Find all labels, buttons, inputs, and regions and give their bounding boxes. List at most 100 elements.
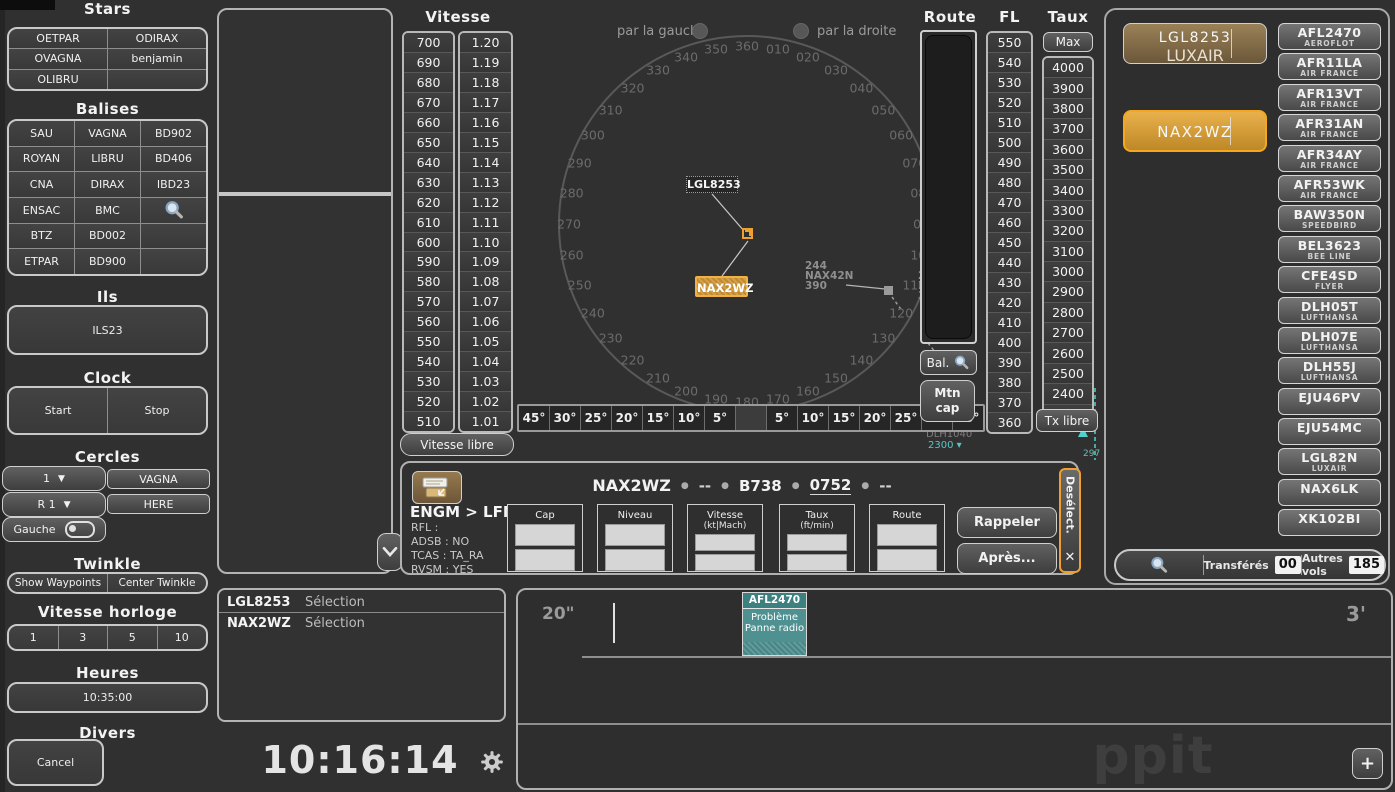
- rate-option[interactable]: 3500: [1044, 160, 1092, 180]
- speed-mach-option[interactable]: 1.10: [460, 233, 511, 253]
- balise-button[interactable]: BD902: [141, 121, 206, 146]
- rate-option[interactable]: 2800: [1044, 303, 1092, 323]
- ils23-button[interactable]: ILS23: [7, 305, 208, 355]
- balise-button[interactable]: BD900: [75, 249, 140, 274]
- tx-libre-button[interactable]: Tx libre: [1036, 409, 1098, 432]
- heading-button[interactable]: 15°: [829, 406, 860, 430]
- flight-strip-button[interactable]: NAX6LK: [1278, 479, 1381, 506]
- waypoint-list-panel[interactable]: [217, 8, 393, 574]
- rate-option[interactable]: 2600: [1044, 343, 1092, 363]
- radar-label-nax2wz[interactable]: NAX2WZ: [695, 276, 748, 297]
- flight-level-option[interactable]: 500: [988, 133, 1031, 153]
- rate-option[interactable]: 3700: [1044, 119, 1092, 139]
- field-input-current[interactable]: [605, 524, 665, 546]
- info-squawk[interactable]: 0752: [810, 476, 852, 495]
- flight-strip-button[interactable]: EJU54MC: [1278, 418, 1381, 445]
- speed-mach-option[interactable]: 1.15: [460, 133, 511, 153]
- speed-kt-option[interactable]: 700: [404, 33, 453, 53]
- rappeler-button[interactable]: Rappeler: [957, 507, 1057, 538]
- field-input-current[interactable]: [695, 534, 755, 551]
- center-twinkle-button[interactable]: Center Twinkle: [108, 574, 206, 592]
- balise-button[interactable]: ENSAC: [9, 198, 74, 223]
- speed-kt-option[interactable]: 660: [404, 113, 453, 133]
- speed-kt-option[interactable]: 550: [404, 332, 453, 352]
- flight-strip-button[interactable]: DLH55JLUFTHANSA: [1278, 357, 1381, 384]
- balise-button[interactable]: LIBRU: [75, 147, 140, 172]
- speed-kt-option[interactable]: 520: [404, 392, 453, 412]
- speed-mach-option[interactable]: 1.07: [460, 292, 511, 312]
- speed-mach-option[interactable]: 1.05: [460, 332, 511, 352]
- flight-level-option[interactable]: 420: [988, 293, 1031, 313]
- balise-button[interactable]: SAU: [9, 121, 74, 146]
- timeline-event-card[interactable]: AFL2470 Problème Panne radio: [742, 592, 807, 656]
- speed-mach-option[interactable]: 1.13: [460, 173, 511, 193]
- selected-strip-nax2wz[interactable]: NAX2WZ: [1123, 110, 1267, 152]
- speed-kt-option[interactable]: 620: [404, 193, 453, 213]
- gauche-toggle[interactable]: Gauche: [2, 517, 106, 542]
- clock-speed-option[interactable]: 5: [108, 626, 157, 649]
- flight-level-option[interactable]: 430: [988, 273, 1031, 293]
- turn-right-radio[interactable]: [793, 23, 809, 39]
- flight-level-option[interactable]: 390: [988, 353, 1031, 373]
- balise-button[interactable]: BD002: [75, 224, 140, 249]
- speed-kt-option[interactable]: 630: [404, 173, 453, 193]
- speed-kt-option[interactable]: 640: [404, 153, 453, 173]
- speed-kt-option[interactable]: 530: [404, 372, 453, 392]
- flight-strip-button[interactable]: AFR13VTAIR FRANCE: [1278, 84, 1381, 111]
- star-button[interactable]: OETPAR: [9, 29, 107, 48]
- rate-option[interactable]: 3800: [1044, 99, 1092, 119]
- flight-level-option[interactable]: 440: [988, 253, 1031, 273]
- speed-kt-option[interactable]: 560: [404, 312, 453, 332]
- flight-level-option[interactable]: 470: [988, 193, 1031, 213]
- cancel-button[interactable]: Cancel: [7, 739, 104, 786]
- balise-button[interactable]: CNA: [9, 172, 74, 197]
- field-input-next[interactable]: [695, 554, 755, 571]
- heading-button[interactable]: 20°: [612, 406, 643, 430]
- flight-level-option[interactable]: 460: [988, 213, 1031, 233]
- field-input-current[interactable]: [515, 524, 575, 546]
- heading-button[interactable]: 5°: [705, 406, 736, 430]
- speed-mach-option[interactable]: 1.01: [460, 412, 511, 431]
- speed-mach-option[interactable]: 1.17: [460, 93, 511, 113]
- flight-level-option[interactable]: 530: [988, 73, 1031, 93]
- speed-mach-option[interactable]: 1.04: [460, 352, 511, 372]
- circle-center-vagna-button[interactable]: VAGNA: [107, 469, 210, 489]
- field-input-next[interactable]: [605, 549, 665, 571]
- balise-button[interactable]: BD406: [141, 147, 206, 172]
- flight-strip-button[interactable]: LGL82NLUXAIR: [1278, 448, 1381, 475]
- balise-button[interactable]: BTZ: [9, 224, 74, 249]
- flight-level-option[interactable]: 400: [988, 333, 1031, 353]
- add-timeline-button[interactable]: +: [1352, 748, 1383, 779]
- field-input-next[interactable]: [515, 549, 575, 571]
- mtn-cap-button[interactable]: Mtn cap: [920, 380, 975, 422]
- selected-strip-lgl8253[interactable]: LGL8253 LUXAIR: [1123, 23, 1267, 64]
- radar-label-lgl8253[interactable]: LGL8253: [686, 176, 738, 193]
- star-button[interactable]: OLIBRU: [9, 70, 107, 89]
- rate-option[interactable]: 3300: [1044, 201, 1092, 221]
- speed-kt-option[interactable]: 650: [404, 133, 453, 153]
- field-input-next[interactable]: [787, 554, 847, 571]
- clock-start-button[interactable]: Start: [9, 388, 107, 433]
- speed-kt-option[interactable]: 580: [404, 272, 453, 292]
- speed-mach-option[interactable]: 1.16: [460, 113, 511, 133]
- speed-mach-option[interactable]: 1.02: [460, 392, 511, 412]
- speed-kt-option[interactable]: 610: [404, 213, 453, 233]
- print-strip-button[interactable]: [412, 471, 462, 504]
- deselect-button[interactable]: Desélect. ✕: [1059, 468, 1081, 573]
- show-waypoints-button[interactable]: Show Waypoints: [9, 574, 107, 592]
- rate-option[interactable]: 2900: [1044, 282, 1092, 302]
- flight-strip-button[interactable]: AFR11LAAIR FRANCE: [1278, 53, 1381, 80]
- speed-mach-option[interactable]: 1.09: [460, 252, 511, 272]
- rate-option[interactable]: 4000: [1044, 58, 1092, 78]
- rate-option[interactable]: 2500: [1044, 364, 1092, 384]
- flight-level-option[interactable]: 360: [988, 413, 1031, 432]
- flight-strip-button[interactable]: AFR31ANAIR FRANCE: [1278, 114, 1381, 141]
- radar-label-nax42n[interactable]: 244 NAX42N 390: [805, 261, 853, 291]
- rate-option[interactable]: 3400: [1044, 180, 1092, 200]
- heading-button[interactable]: 5°: [767, 406, 798, 430]
- circle-count-dropdown[interactable]: 1 ▼: [2, 466, 106, 491]
- flight-strip-button[interactable]: AFL2470AEROFLOT: [1278, 23, 1381, 50]
- flight-level-option[interactable]: 550: [988, 33, 1031, 53]
- apres-button[interactable]: Après...: [957, 543, 1057, 574]
- heading-button[interactable]: 25°: [581, 406, 612, 430]
